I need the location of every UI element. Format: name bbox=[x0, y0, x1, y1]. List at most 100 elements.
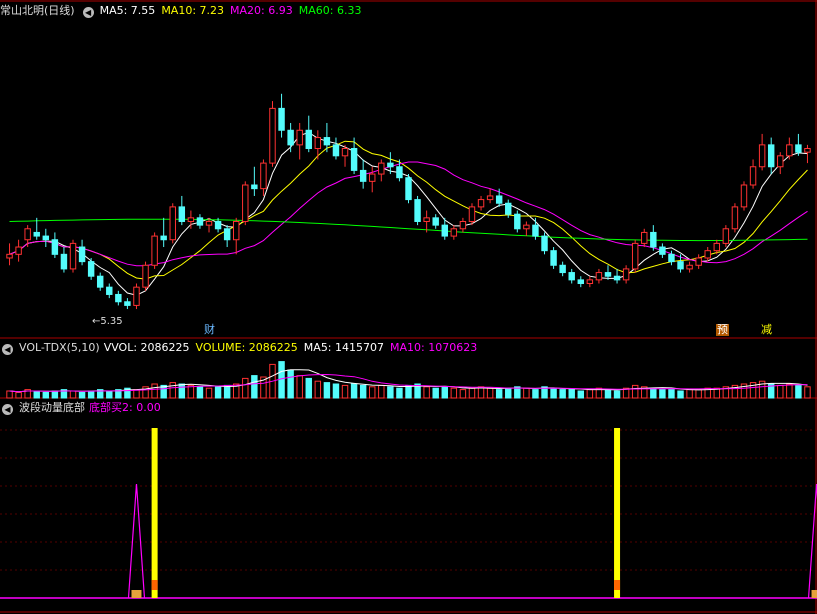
candle-body bbox=[758, 144, 766, 168]
candle-body bbox=[151, 235, 158, 266]
candle-body bbox=[722, 228, 730, 244]
volume-bar bbox=[178, 383, 186, 399]
indicator-label-0: 底部买2: 0.00 bbox=[89, 401, 161, 414]
candle-body bbox=[505, 202, 512, 215]
candle-body bbox=[414, 199, 421, 222]
ma-label-1: MA10: 7.23 bbox=[161, 4, 225, 17]
volume-bar bbox=[804, 386, 811, 399]
hand-signal-icon bbox=[811, 590, 817, 598]
volume-bar bbox=[69, 390, 77, 399]
candle-body bbox=[514, 213, 521, 230]
candle-body bbox=[314, 137, 322, 150]
candle-body bbox=[124, 301, 131, 306]
candle-body bbox=[541, 235, 548, 252]
volume-bar bbox=[396, 387, 403, 399]
volume-bar bbox=[151, 383, 158, 399]
candle-body bbox=[187, 217, 195, 222]
volume-label-1: VOLUME: 2086225 bbox=[195, 341, 298, 354]
volume-bar bbox=[441, 386, 448, 399]
volume-bar bbox=[550, 387, 557, 399]
volume-bar bbox=[251, 375, 258, 399]
candle-body bbox=[378, 162, 385, 175]
volume-bar bbox=[332, 383, 340, 399]
volume-bar bbox=[296, 375, 303, 399]
candle-body bbox=[704, 250, 711, 259]
volume-bar bbox=[169, 382, 176, 399]
event-marker-label: 预 bbox=[717, 323, 728, 336]
candle-body bbox=[586, 279, 594, 285]
volume-bar bbox=[777, 384, 784, 399]
volume-bar bbox=[305, 377, 312, 399]
indicator-legend: 底部买2: 0.00 bbox=[89, 401, 167, 414]
volume-bar bbox=[187, 384, 195, 399]
volume-bar bbox=[468, 387, 476, 399]
candle-body bbox=[804, 148, 811, 153]
candle-body bbox=[205, 220, 213, 226]
volume-bar bbox=[42, 391, 50, 399]
volume-bar bbox=[650, 387, 657, 399]
candle-body bbox=[178, 206, 186, 222]
volume-bar bbox=[78, 391, 86, 399]
event-marker-label: 减 bbox=[761, 323, 772, 336]
stock-chart-canvas[interactable] bbox=[0, 0, 817, 614]
ma-line-ma60 bbox=[9, 218, 808, 242]
candle-body bbox=[396, 166, 403, 179]
indicator-panel-header: ◀ 波段动量底部 底部买2: 0.00 bbox=[0, 400, 173, 416]
volume-bar bbox=[387, 386, 394, 399]
candle-body bbox=[142, 264, 149, 288]
candle-body bbox=[359, 169, 367, 182]
candle-body bbox=[115, 293, 122, 303]
event-marker-finance[interactable]: 财 bbox=[203, 324, 216, 336]
candle-body bbox=[695, 257, 702, 266]
candle-body bbox=[196, 217, 204, 226]
volume-label-0: VVOL: 2086225 bbox=[103, 341, 190, 354]
volume-bar bbox=[196, 386, 204, 399]
candle-body bbox=[577, 279, 585, 285]
candle-body bbox=[731, 206, 739, 230]
candle-body bbox=[550, 250, 557, 266]
candle-body bbox=[296, 129, 303, 146]
candle-body bbox=[604, 272, 612, 277]
candle-body bbox=[305, 129, 312, 150]
volume-bar bbox=[423, 386, 430, 399]
candle-body bbox=[450, 228, 458, 237]
candle-body bbox=[42, 235, 50, 241]
volume-bar bbox=[242, 377, 249, 399]
event-marker-reduce[interactable]: 减 bbox=[760, 324, 773, 336]
collapse-icon[interactable]: ◀ bbox=[2, 404, 13, 415]
volume-bar bbox=[432, 387, 439, 399]
volume-bar bbox=[568, 389, 575, 399]
volume-bar bbox=[786, 383, 793, 399]
candle-body bbox=[613, 275, 621, 281]
candle-body bbox=[686, 264, 693, 270]
volume-title: VOL-TDX(5,10) bbox=[19, 341, 100, 354]
collapse-icon[interactable]: ◀ bbox=[2, 344, 13, 355]
candle-body bbox=[350, 148, 358, 171]
volume-legend: VVOL: 2086225 VOLUME: 2086225 MA5: 1415707… bbox=[104, 341, 484, 354]
candle-body bbox=[69, 242, 77, 270]
candle-body bbox=[341, 148, 349, 157]
low-price-label: ←5.35 bbox=[92, 316, 123, 327]
volume-bar bbox=[341, 384, 349, 399]
volume-bar bbox=[677, 390, 684, 399]
candle-body bbox=[659, 246, 666, 255]
volume-bar bbox=[87, 390, 95, 399]
ma-label-2: MA20: 6.93 bbox=[230, 4, 293, 17]
candle-body bbox=[15, 246, 22, 255]
event-marker-label: 财 bbox=[204, 323, 215, 336]
ma-label-0: MA5: 7.55 bbox=[99, 4, 156, 17]
volume-bar bbox=[695, 389, 702, 399]
candle-body bbox=[51, 239, 59, 255]
volume-bar bbox=[205, 387, 213, 399]
candle-body bbox=[740, 184, 748, 208]
volume-panel-header: ◀ VOL-TDX(5,10) VVOL: 2086225 VOLUME: 20862… bbox=[0, 340, 489, 356]
event-marker-forecast[interactable]: 预 bbox=[716, 324, 729, 336]
bottom-signal-bar bbox=[614, 428, 621, 598]
volume-bar bbox=[523, 387, 530, 399]
volume-bar bbox=[505, 387, 512, 399]
candle-body bbox=[749, 166, 757, 186]
candle-body bbox=[777, 155, 784, 168]
candle-body bbox=[495, 195, 503, 204]
collapse-icon[interactable]: ◀ bbox=[82, 7, 94, 18]
candle-body bbox=[133, 286, 140, 306]
